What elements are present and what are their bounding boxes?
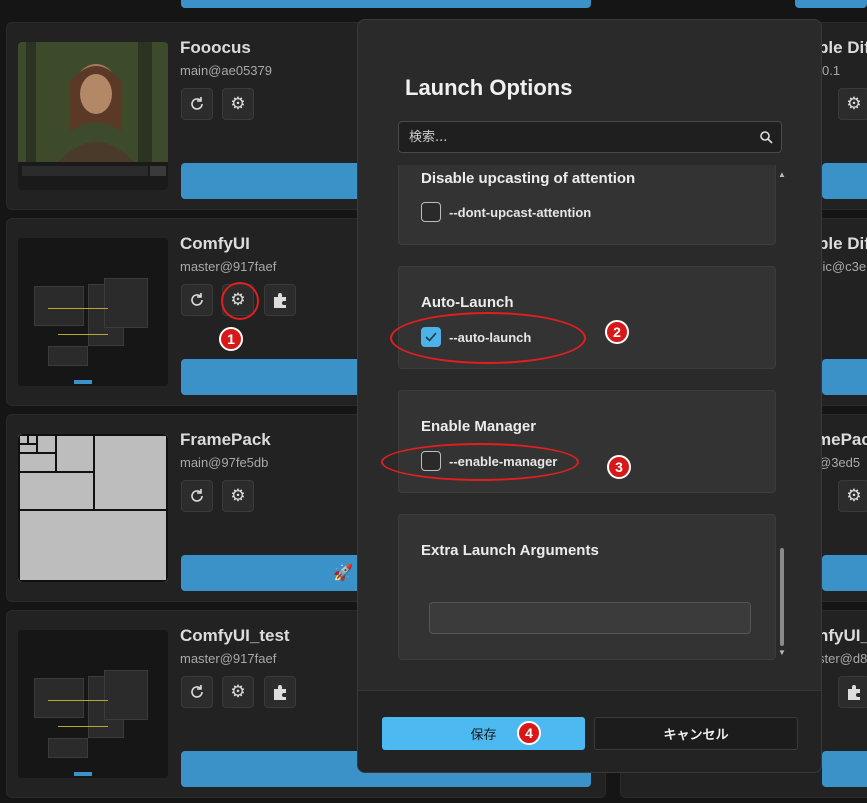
cancel-button[interactable]: キャンセル: [594, 717, 798, 750]
option-title: Enable Manager: [421, 418, 537, 435]
settings-button[interactable]: ⚙: [222, 88, 254, 120]
launch-bar-partial[interactable]: [181, 0, 591, 8]
extensions-button[interactable]: [264, 284, 296, 316]
search-icon: [760, 131, 773, 144]
card-name: mePac: [816, 430, 867, 449]
settings-button[interactable]: ⚙: [222, 480, 254, 512]
settings-button[interactable]: ⚙: [838, 480, 867, 512]
settings-button[interactable]: ⚙: [222, 676, 254, 708]
gear-icon: ⚙: [230, 486, 246, 505]
card-name: nfyUI_: [818, 626, 867, 645]
annotation-badge: 2: [605, 320, 629, 344]
launch-button[interactable]: [822, 751, 867, 787]
search-field[interactable]: [398, 121, 782, 153]
card-version: sic@c3e: [816, 259, 867, 274]
comfyui-thumbnail: [18, 238, 168, 386]
dialog-footer: 保存 キャンセル: [358, 690, 821, 772]
puzzle-icon: [848, 685, 860, 700]
save-button[interactable]: 保存: [382, 717, 585, 750]
refresh-icon: [191, 97, 203, 110]
option-dont-upcast-attention: Disable upcasting of attention --dont-up…: [398, 165, 776, 245]
extensions-button[interactable]: [264, 676, 296, 708]
rocket-icon: 🚀: [333, 565, 353, 582]
option-title: Extra Launch Arguments: [421, 542, 599, 559]
launch-bar-partial-right[interactable]: [795, 0, 867, 8]
card-version: main@ae05379: [180, 63, 272, 78]
extensions-button[interactable]: [838, 676, 867, 708]
option-title: Auto-Launch: [421, 294, 514, 311]
checkbox-row[interactable]: --dont-upcast-attention: [421, 202, 591, 222]
card-version: @3ed5: [818, 455, 861, 470]
card-version: 0.1: [822, 63, 841, 78]
refresh-button[interactable]: [181, 284, 213, 316]
scroll-thumb[interactable]: [780, 548, 784, 646]
gear-icon: ⚙: [846, 94, 862, 113]
scroll-up-icon[interactable]: ▲: [778, 170, 786, 179]
refresh-button[interactable]: [181, 480, 213, 512]
checkbox[interactable]: [421, 202, 441, 222]
comfyui-test-thumbnail: [18, 630, 168, 778]
annotation-badge: 3: [607, 455, 631, 479]
card-name: ble Dif: [818, 234, 867, 253]
card-name: FramePack: [180, 430, 271, 449]
refresh-button[interactable]: [181, 676, 213, 708]
card-name: ble Dif: [818, 38, 867, 57]
annotation-ellipse-auto-launch: [390, 312, 586, 364]
launch-button[interactable]: [822, 359, 867, 395]
card-name: ComfyUI: [180, 234, 250, 253]
gear-icon: ⚙: [846, 486, 862, 505]
checkbox-label: --dont-upcast-attention: [449, 204, 592, 220]
card-version: master@917faef: [180, 259, 277, 274]
scroll-down-icon[interactable]: ▼: [778, 648, 786, 657]
dialog-title: Launch Options: [405, 75, 573, 100]
option-title: Disable upcasting of attention: [421, 170, 636, 187]
refresh-icon: [191, 293, 203, 306]
card-version: main@97fe5db: [180, 455, 269, 470]
card-name: Fooocus: [180, 38, 251, 57]
option-extra-launch-arguments: Extra Launch Arguments: [398, 514, 776, 660]
puzzle-icon: [274, 293, 286, 308]
puzzle-icon: [274, 685, 286, 700]
gear-icon: ⚙: [230, 682, 246, 701]
search-input[interactable]: [399, 122, 781, 152]
gear-icon: ⚙: [230, 94, 246, 113]
annotation-circle-settings: [221, 282, 259, 320]
launch-button[interactable]: [822, 163, 867, 199]
fooocus-thumbnail: [18, 42, 168, 190]
extra-args-input[interactable]: [429, 602, 751, 634]
annotation-ellipse-enable-manager: [381, 443, 579, 481]
scrollbar[interactable]: ▲ ▼: [776, 170, 790, 660]
annotation-badge: 1: [219, 327, 243, 351]
card-name: ComfyUI_test: [180, 626, 290, 645]
annotation-badge: 4: [517, 721, 541, 745]
settings-button[interactable]: ⚙: [838, 88, 867, 120]
framepack-thumbnail: [18, 434, 168, 582]
card-version: master@917faef: [180, 651, 277, 666]
refresh-button[interactable]: [181, 88, 213, 120]
launch-button[interactable]: [822, 555, 867, 591]
refresh-icon: [191, 685, 203, 698]
launch-options-dialog: Launch Options Disable upcasting of atte…: [357, 19, 822, 773]
refresh-icon: [191, 489, 203, 502]
card-version: ster@d8: [818, 651, 867, 666]
options-list[interactable]: Disable upcasting of attention --dont-up…: [398, 165, 776, 660]
